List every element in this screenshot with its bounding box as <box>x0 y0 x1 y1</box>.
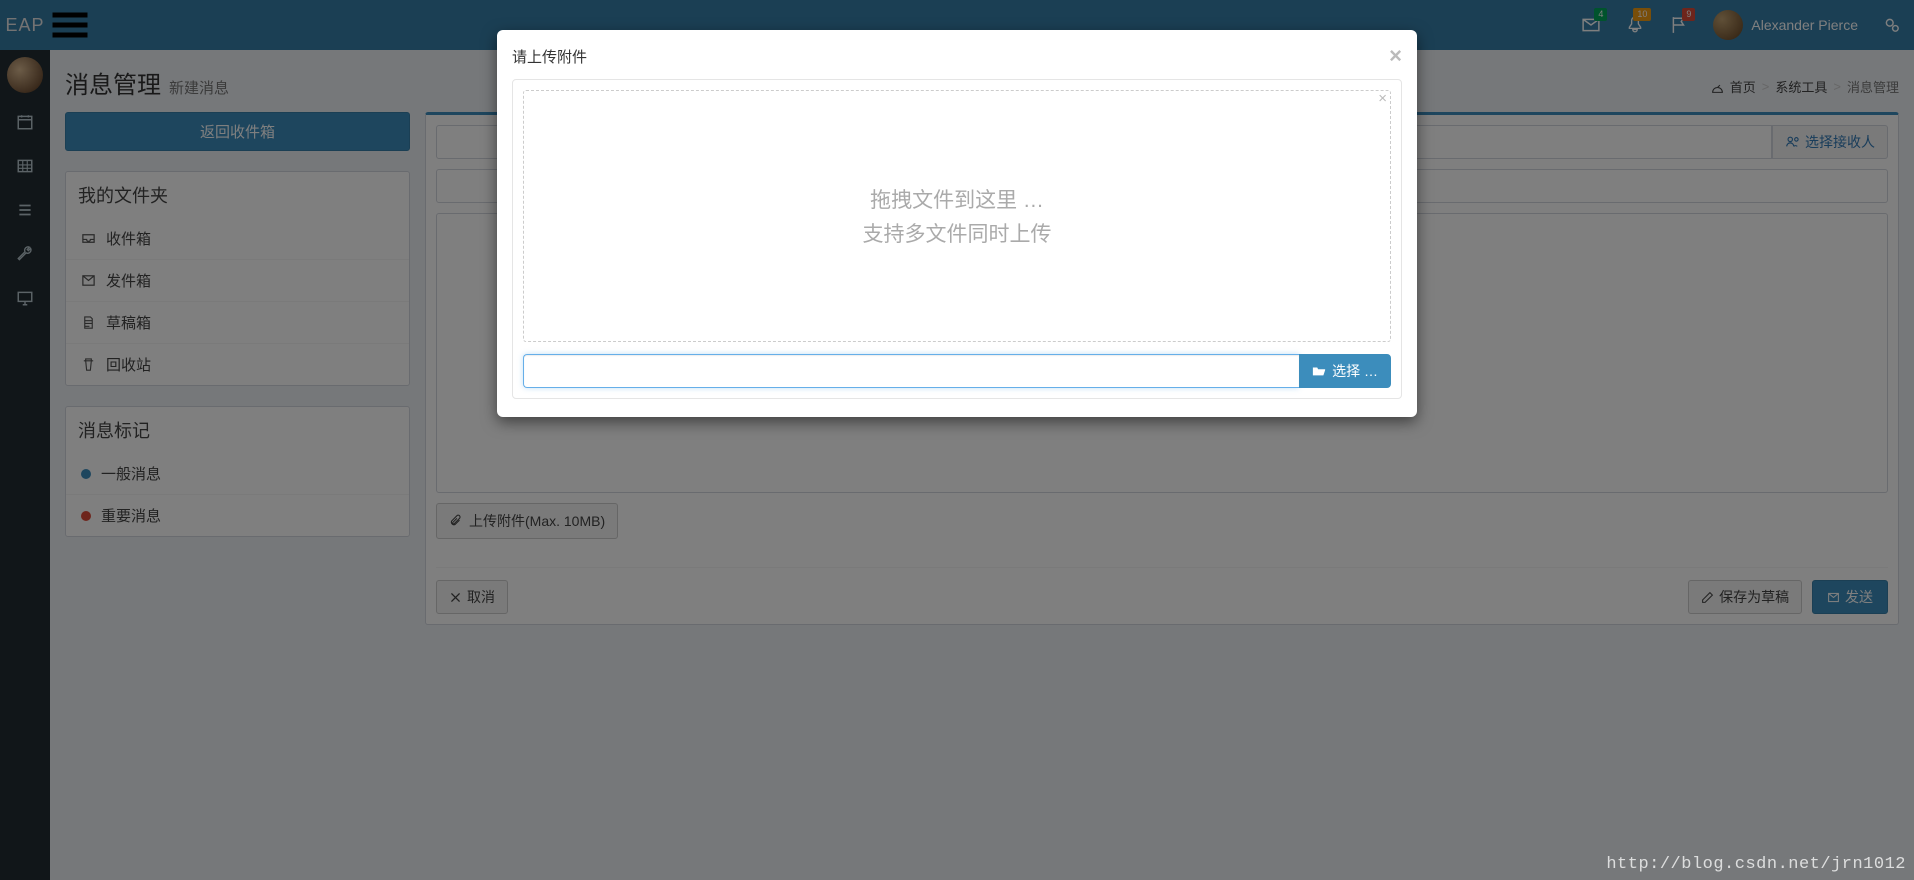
dropzone-line1: 拖拽文件到这里 … <box>870 184 1044 214</box>
upload-modal: 请上传附件 × × 拖拽文件到这里 … 支持多文件同时上传 选择 … <box>497 30 1417 417</box>
watermark: http://blog.csdn.net/jrn1012 <box>1606 855 1906 874</box>
browse-button[interactable]: 选择 … <box>1299 354 1391 388</box>
dropzone-close-button[interactable]: × <box>1378 90 1387 107</box>
modal-close-button[interactable]: × <box>1389 45 1402 67</box>
dropzone-line2: 支持多文件同时上传 <box>863 218 1052 248</box>
file-path-display[interactable] <box>523 354 1299 388</box>
modal-title: 请上传附件 <box>512 46 587 67</box>
folder-open-icon <box>1312 364 1326 378</box>
file-dropzone[interactable]: 拖拽文件到这里 … 支持多文件同时上传 <box>523 90 1391 342</box>
modal-header: 请上传附件 × <box>497 30 1417 79</box>
file-input-group: 选择 … <box>523 354 1391 388</box>
modal-body: × 拖拽文件到这里 … 支持多文件同时上传 选择 … <box>497 79 1417 417</box>
dropzone-container: × 拖拽文件到这里 … 支持多文件同时上传 选择 … <box>512 79 1402 399</box>
